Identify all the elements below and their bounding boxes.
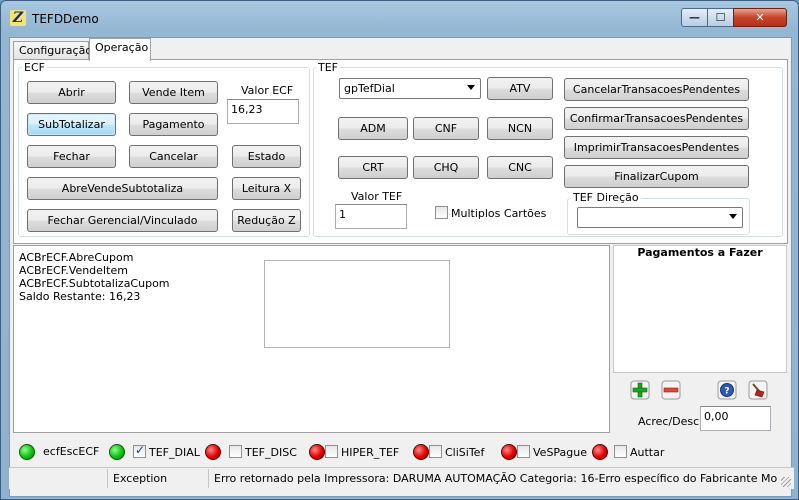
tab-configuracao[interactable]: Configuração <box>13 41 92 60</box>
help-button[interactable]: ? <box>717 380 737 400</box>
finalizar-cupom-button[interactable]: FinalizarCupom <box>564 165 749 188</box>
vespague-checkbox[interactable] <box>517 445 530 458</box>
valor-tef-input[interactable]: 1 <box>335 204 407 229</box>
gp-tef-select-value: gpTefDial <box>344 82 395 95</box>
abrir-button[interactable]: Abrir <box>27 81 116 104</box>
tab-operacao[interactable]: Operação <box>89 38 151 61</box>
app-window: Z TEFDDemo — ☐ ✕ Configuração Operação E… <box>0 0 799 500</box>
add-payment-button[interactable] <box>630 380 650 400</box>
log-line: ACBrECF.SubtotalizaCupom <box>19 277 170 290</box>
hiper-tef-checkbox[interactable] <box>325 445 338 458</box>
crt-button[interactable]: CRT <box>338 156 408 179</box>
hiper-tef-led <box>309 444 325 460</box>
clisitef-label: CliSiTef <box>445 446 485 459</box>
acrec-desc-label: Acrec/Desc <box>638 415 700 428</box>
broom-icon <box>748 380 768 400</box>
remove-payment-button[interactable] <box>661 380 681 400</box>
tef-direcao-select[interactable] <box>577 207 743 228</box>
status-panel-exception: Exception <box>107 469 208 488</box>
tef-direcao-label: TEF Direção <box>571 191 641 204</box>
status-panel-empty <box>9 469 107 488</box>
ecf-esc-ecf-label: ecfEscECF <box>43 445 100 458</box>
cnf-button[interactable]: CNF <box>413 117 479 140</box>
plus-icon <box>630 380 650 400</box>
estado-button[interactable]: Estado <box>232 145 301 168</box>
chevron-down-icon <box>729 214 737 219</box>
help-icon: ? <box>717 380 737 400</box>
title-bar[interactable]: Z TEFDDemo — ☐ ✕ <box>1 1 798 37</box>
ncn-button[interactable]: NCN <box>487 117 553 140</box>
leitura-x-button[interactable]: Leitura X <box>232 177 301 200</box>
minimize-button[interactable]: — <box>681 8 708 27</box>
cancelar-button[interactable]: Cancelar <box>129 145 218 168</box>
auttar-label: Auttar <box>630 446 665 459</box>
log-line: ACBrECF.AbreCupom <box>19 251 134 264</box>
tef-disc-led <box>205 444 221 460</box>
status-bar: Exception Erro retornado pela Impressora… <box>9 467 794 489</box>
pagamentos-list[interactable] <box>613 261 787 373</box>
reducao-z-button[interactable]: Redução Z <box>232 209 301 232</box>
valor-ecf-label: Valor ECF <box>241 84 294 97</box>
tef-status-row: ecfEscECF ✓ TEF_DIAL TEF_DISC HIPER_TEF … <box>13 436 788 464</box>
tef-dial-checkbox[interactable]: ✓ <box>133 443 146 458</box>
close-button[interactable]: ✕ <box>733 8 787 27</box>
auttar-led <box>592 444 608 460</box>
chq-button[interactable]: CHQ <box>413 156 479 179</box>
receipt-preview-box <box>264 260 450 348</box>
tab-panel-operacao: ECF Abrir Vende Item Valor ECF 16,23 Sub… <box>13 59 788 244</box>
tef-group-label: TEF <box>316 61 340 74</box>
atv-button[interactable]: ATV <box>487 77 553 100</box>
fechar-button[interactable]: Fechar <box>27 145 116 168</box>
pagamento-button[interactable]: Pagamento <box>129 113 218 136</box>
clisitef-checkbox[interactable] <box>429 445 442 458</box>
valor-ecf-input[interactable]: 16,23 <box>227 99 299 124</box>
tef-dial-led <box>109 444 125 460</box>
acrec-desc-input[interactable]: 0,00 <box>700 406 771 431</box>
fechar-gerencial-button[interactable]: Fechar Gerencial/Vinculado <box>27 209 218 232</box>
vende-item-button[interactable]: Vende Item <box>129 81 218 104</box>
valor-tef-label: Valor TEF <box>351 190 403 203</box>
clisitef-led <box>413 444 429 460</box>
multiplos-cartoes-label: Multiplos Cartões <box>451 207 547 220</box>
ecf-status-led <box>19 444 35 460</box>
app-logo-icon: Z <box>10 10 26 26</box>
clear-payments-button[interactable] <box>748 380 768 400</box>
pagamentos-panel: Pagamentos a Fazer ? Acrec/Desc 0,00 <box>613 245 787 433</box>
multiplos-cartoes-checkbox[interactable] <box>435 206 448 219</box>
ecf-group-label: ECF <box>22 61 47 74</box>
subtotalizar-button[interactable]: SubTotalizar <box>27 113 116 136</box>
vespague-led <box>501 444 517 460</box>
tef-dial-label: TEF_DIAL <box>149 446 200 459</box>
log-line: ACBrECF.VendeItem <box>19 264 128 277</box>
cancelar-transacoes-pendentes-button[interactable]: CancelarTransacoesPendentes <box>564 78 749 101</box>
cnc-button[interactable]: CNC <box>487 156 553 179</box>
svg-text:?: ? <box>724 387 729 397</box>
check-icon: ✓ <box>135 443 146 457</box>
imprimir-transacoes-pendentes-button[interactable]: ImprimirTransacoesPendentes <box>564 136 749 159</box>
confirmar-transacoes-pendentes-button[interactable]: ConfirmarTransacoesPendentes <box>564 107 749 130</box>
status-panel-message: Erro retornado pela Impressora: DARUMA A… <box>208 469 780 488</box>
client-area: Configuração Operação ECF Abrir Vende It… <box>9 37 794 497</box>
auttar-checkbox[interactable] <box>614 445 627 458</box>
minus-icon <box>661 380 681 400</box>
adm-button[interactable]: ADM <box>338 117 408 140</box>
maximize-button[interactable]: ☐ <box>707 8 734 27</box>
log-memo[interactable]: ACBrECF.AbreCupom ACBrECF.VendeItem ACBr… <box>13 245 610 433</box>
pagamentos-title: Pagamentos a Fazer <box>613 245 787 261</box>
tef-disc-checkbox[interactable] <box>229 445 242 458</box>
gp-tef-select[interactable]: gpTefDial <box>339 78 481 99</box>
tef-disc-label: TEF_DISC <box>245 446 297 459</box>
resize-grip[interactable] <box>781 477 791 487</box>
abre-vende-subtotaliza-button[interactable]: AbreVendeSubtotaliza <box>27 177 218 200</box>
vespague-label: VeSPague <box>533 446 588 459</box>
chevron-down-icon <box>467 85 475 90</box>
hiper-tef-label: HIPER_TEF <box>341 446 400 459</box>
window-title: TEFDDemo <box>32 12 99 26</box>
log-line: Saldo Restante: 16,23 <box>19 290 141 303</box>
